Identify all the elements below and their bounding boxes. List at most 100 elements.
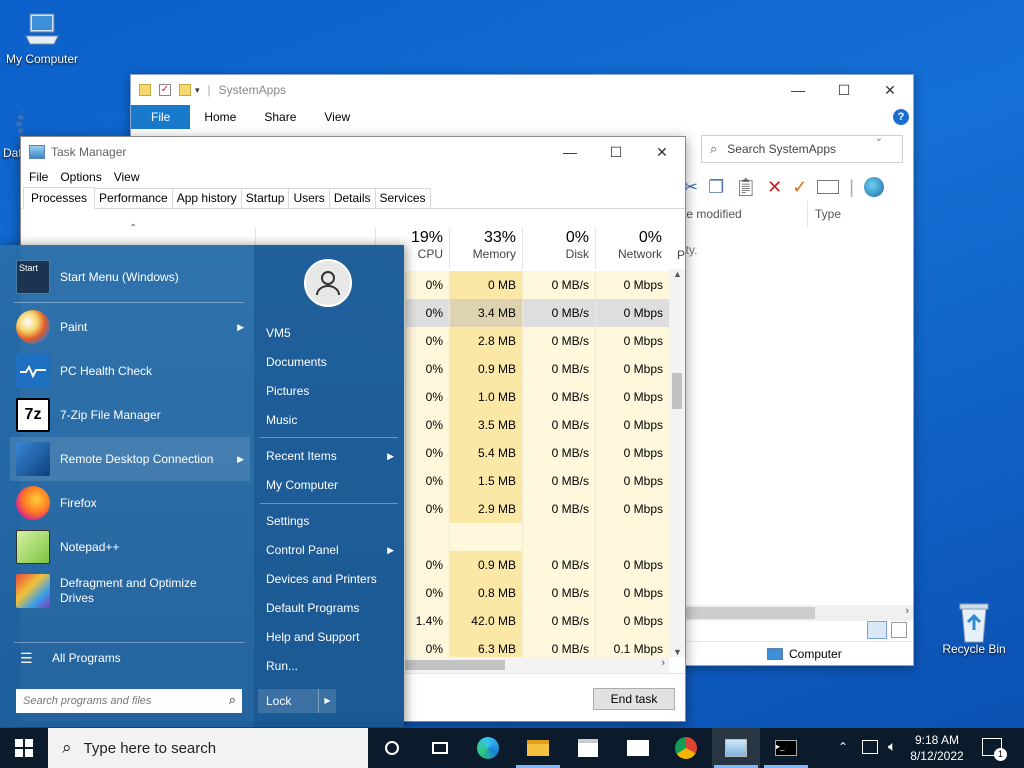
column-date-modified[interactable]: te modified (683, 207, 742, 221)
start-place-recent-items[interactable]: Recent Items ▶ (266, 443, 398, 469)
process-row[interactable]: 0% 0.8 MB 0 MB/s 0 Mbps (405, 579, 669, 607)
process-row[interactable]: 0% 2.8 MB 0 MB/s 0 Mbps (405, 327, 669, 355)
taskbar-search-box[interactable]: ⌕ Type here to search (48, 728, 368, 768)
chevron-down-icon[interactable]: ▾ (195, 85, 200, 96)
tab-details[interactable]: Details (328, 188, 376, 208)
network-icon[interactable] (862, 740, 878, 754)
navigation-item-computer[interactable]: Computer (661, 641, 913, 665)
close-button[interactable]: ✕ (639, 137, 685, 167)
tab-startup[interactable]: Startup (240, 188, 290, 208)
start-place-music[interactable]: Music (266, 407, 398, 433)
start-place-control-panel[interactable]: Control Panel ▶ (266, 537, 398, 563)
process-row[interactable]: 0% 3.5 MB 0 MB/s 0 Mbps (405, 411, 669, 439)
menu-view[interactable]: View (108, 170, 146, 184)
start-place-pictures[interactable]: Pictures (266, 378, 398, 404)
start-place-my-computer[interactable]: My Computer (266, 472, 398, 498)
column-disk[interactable]: 0% Disk (522, 227, 595, 269)
process-row[interactable]: 0% 1.5 MB 0 MB/s 0 Mbps (405, 467, 669, 495)
start-program-health[interactable]: PC Health Check (10, 349, 250, 393)
taskbar-edge[interactable] (464, 728, 512, 768)
menu-options[interactable]: Options (54, 170, 107, 184)
chevron-right-icon[interactable]: › (661, 657, 665, 669)
process-row[interactable]: 0% 5.4 MB 0 MB/s 0 Mbps (405, 439, 669, 467)
chevron-up-icon[interactable]: ▲ (673, 269, 682, 279)
properties-icon[interactable]: ✓ (159, 84, 171, 96)
start-menu-header[interactable]: Start Start Menu (Windows) (10, 255, 250, 299)
process-row[interactable]: 0% 0.9 MB 0 MB/s 0 Mbps (405, 355, 669, 383)
explorer-titlebar[interactable]: ✓ ▾ | SystemApps — ☐ ✕ (131, 75, 913, 105)
scrollbar-thumb[interactable] (405, 660, 505, 670)
all-programs-button[interactable]: ☰ All Programs (10, 638, 250, 678)
search-box[interactable]: ⌕ Search SystemApps (701, 135, 903, 163)
chevron-right-icon[interactable]: ▶ (318, 689, 336, 713)
user-avatar[interactable] (304, 259, 352, 307)
volume-icon[interactable]: 🔈︎ (888, 738, 896, 755)
start-program-sevenzip[interactable]: 7z 7-Zip File Manager (10, 393, 250, 437)
maximize-button[interactable]: ☐ (593, 137, 639, 167)
search-input[interactable]: Search SystemApps (727, 142, 836, 156)
tab-performance[interactable]: Performance (94, 188, 173, 208)
start-program-firefox[interactable]: Firefox (10, 481, 250, 525)
start-button[interactable] (0, 728, 48, 768)
delete-icon[interactable]: ✕ (767, 177, 782, 198)
check-icon[interactable]: ✓ (792, 177, 807, 198)
tab-file[interactable]: File (131, 105, 191, 129)
clock[interactable]: 9:18 AM 8/12/2022 (908, 732, 966, 764)
task-view-button[interactable] (416, 728, 464, 768)
process-row[interactable]: 0% 2.9 MB 0 MB/s 0 Mbps (405, 495, 669, 523)
maximize-button[interactable]: ☐ (821, 75, 867, 105)
start-program-notepad[interactable]: Notepad++ (10, 525, 250, 569)
cortana-button[interactable] (368, 728, 416, 768)
notification-icon[interactable]: 1 (982, 738, 1007, 761)
process-row[interactable]: 0% 3.4 MB 0 MB/s 0 Mbps (405, 299, 669, 327)
chevron-right-icon[interactable]: ▶ (387, 443, 394, 469)
vertical-scrollbar[interactable]: ▲ ▼ (669, 269, 685, 657)
chevron-right-icon[interactable]: ▶ (237, 322, 244, 333)
start-place-documents[interactable]: Documents (266, 349, 398, 375)
scrollbar-thumb[interactable] (672, 373, 682, 409)
tab-home[interactable]: Home (190, 105, 250, 129)
chevron-up-icon[interactable]: ⌃ (838, 740, 848, 754)
start-place-default-programs[interactable]: Default Programs (266, 595, 398, 621)
menu-file[interactable]: File (23, 170, 54, 184)
taskbar-store[interactable] (564, 728, 612, 768)
chevron-right-icon[interactable]: › (905, 605, 909, 617)
column-power-partial[interactable]: P (677, 248, 685, 262)
tab-users[interactable]: Users (288, 188, 330, 208)
tab-view[interactable]: View (310, 105, 364, 129)
column-type[interactable]: Type (815, 207, 841, 221)
start-place-devices-and-printers[interactable]: Devices and Printers (266, 566, 398, 592)
horizontal-scrollbar[interactable]: › (685, 605, 913, 621)
desktop-icon-my-computer[interactable]: My Computer (0, 10, 84, 66)
lock-button[interactable]: Lock ▶ (258, 689, 336, 713)
minimize-button[interactable]: — (547, 137, 593, 167)
process-row[interactable]: 0% 0.9 MB 0 MB/s 0 Mbps (405, 551, 669, 579)
tab-processes[interactable]: Processes (23, 187, 96, 209)
process-row[interactable]: 1.4% 42.0 MB 0 MB/s 0 Mbps (405, 607, 669, 635)
large-icons-view-icon[interactable] (891, 622, 907, 638)
chevron-down-icon[interactable]: ▼ (673, 647, 682, 657)
start-place-vm5[interactable]: VM5 (266, 320, 398, 346)
start-place-help-and-support[interactable]: Help and Support (266, 624, 398, 650)
taskbar-chrome[interactable] (662, 728, 710, 768)
column-network[interactable]: 0% Network (595, 227, 668, 269)
start-place-settings[interactable]: Settings (266, 508, 398, 534)
taskbar-mail[interactable] (614, 728, 662, 768)
close-button[interactable]: ✕ (867, 75, 913, 105)
details-view-icon[interactable] (867, 621, 887, 639)
minimize-button[interactable]: — (775, 75, 821, 105)
tab-share[interactable]: Share (250, 105, 310, 129)
start-place-run[interactable]: Run... (266, 653, 398, 679)
taskbar-terminal[interactable]: ▸_ (762, 728, 810, 768)
search-icon[interactable]: ⌕ (229, 692, 236, 708)
chevron-right-icon[interactable]: ▶ (387, 537, 394, 563)
new-folder-icon[interactable] (179, 84, 191, 96)
horizontal-scrollbar[interactable]: › (405, 657, 669, 673)
copy-icon[interactable]: ❐ (708, 177, 724, 198)
taskbar-task-manager[interactable] (712, 728, 760, 768)
tab-app-history[interactable]: App history (171, 188, 242, 208)
start-program-remote-desktop[interactable]: Remote Desktop Connection ▶ (10, 437, 250, 481)
desktop-icon-recycle-bin[interactable]: Recycle Bin (932, 600, 1016, 656)
globe-icon[interactable] (863, 177, 884, 197)
paste-icon[interactable]: 📋︎ (734, 177, 757, 198)
